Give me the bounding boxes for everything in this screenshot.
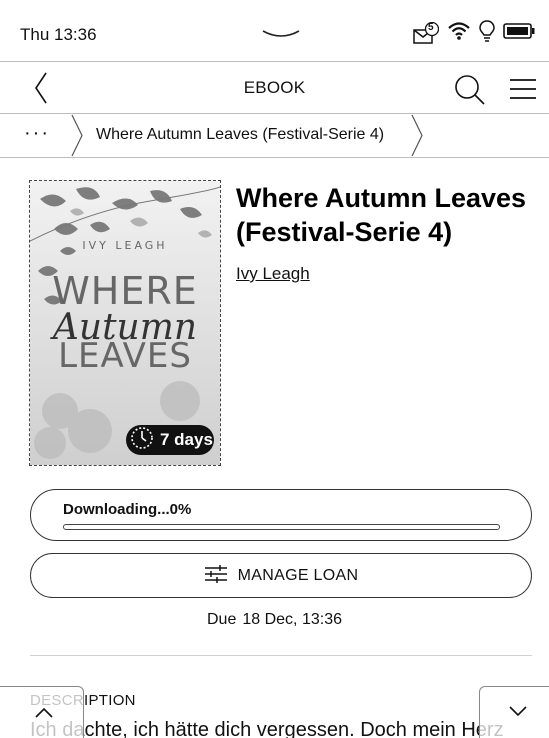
lightbulb-icon[interactable] [479,20,495,47]
description-text: Ich dachte, ich hätte dich vergessen. Do… [30,719,504,738]
book-author-link[interactable]: Ivy Leagh [236,264,310,284]
breadcrumb-separator-icon [70,114,84,162]
notification-count: 5 [428,21,434,33]
clock-icon [130,426,154,455]
loan-badge-label: 7 days [160,430,213,449]
status-bar: Thu 13:36 5 [0,0,549,62]
chevron-up-icon[interactable] [34,706,54,724]
chevron-down-icon[interactable] [508,704,528,722]
download-progress: Downloading...0% [30,489,532,541]
breadcrumb-current[interactable]: Where Autumn Leaves (Festival-Serie 4) [96,126,384,144]
due-date: Due 18 Dec, 13:36 [0,611,549,629]
book-cover[interactable]: IVY LEAGH WHERE Autumn LEAVES 7 days [29,180,221,466]
cover-title-line-3: LEAVES [58,336,192,376]
breadcrumb-more[interactable]: ··· [24,122,50,145]
pull-down-chevron-icon[interactable] [262,28,300,47]
wifi-icon[interactable] [447,21,471,46]
menu-icon[interactable] [508,76,538,102]
manage-loan-button[interactable]: MANAGE LOAN [30,553,532,598]
app-header: EBOOK [0,62,549,114]
download-status-label: Downloading...0% [63,501,192,518]
mail-notification-icon[interactable]: 5 [413,21,440,46]
due-value: 18 Dec, 13:36 [242,611,342,628]
breadcrumb: ··· Where Autumn Leaves (Festival-Serie … [0,114,549,157]
cover-author-text: IVY LEAGH [82,239,168,252]
sliders-icon [204,564,228,587]
loan-period-badge: 7 days [126,425,214,455]
manage-loan-label: MANAGE LOAN [237,566,359,584]
divider [30,655,532,656]
due-label: Due [207,611,237,628]
status-time: Thu 13:36 [20,25,97,44]
breadcrumb-separator-icon [410,114,424,162]
book-title: Where Autumn Leaves (Festival-Serie 4) [236,183,527,247]
search-icon[interactable] [452,72,486,106]
battery-icon[interactable] [503,23,535,44]
progress-bar [63,524,500,530]
